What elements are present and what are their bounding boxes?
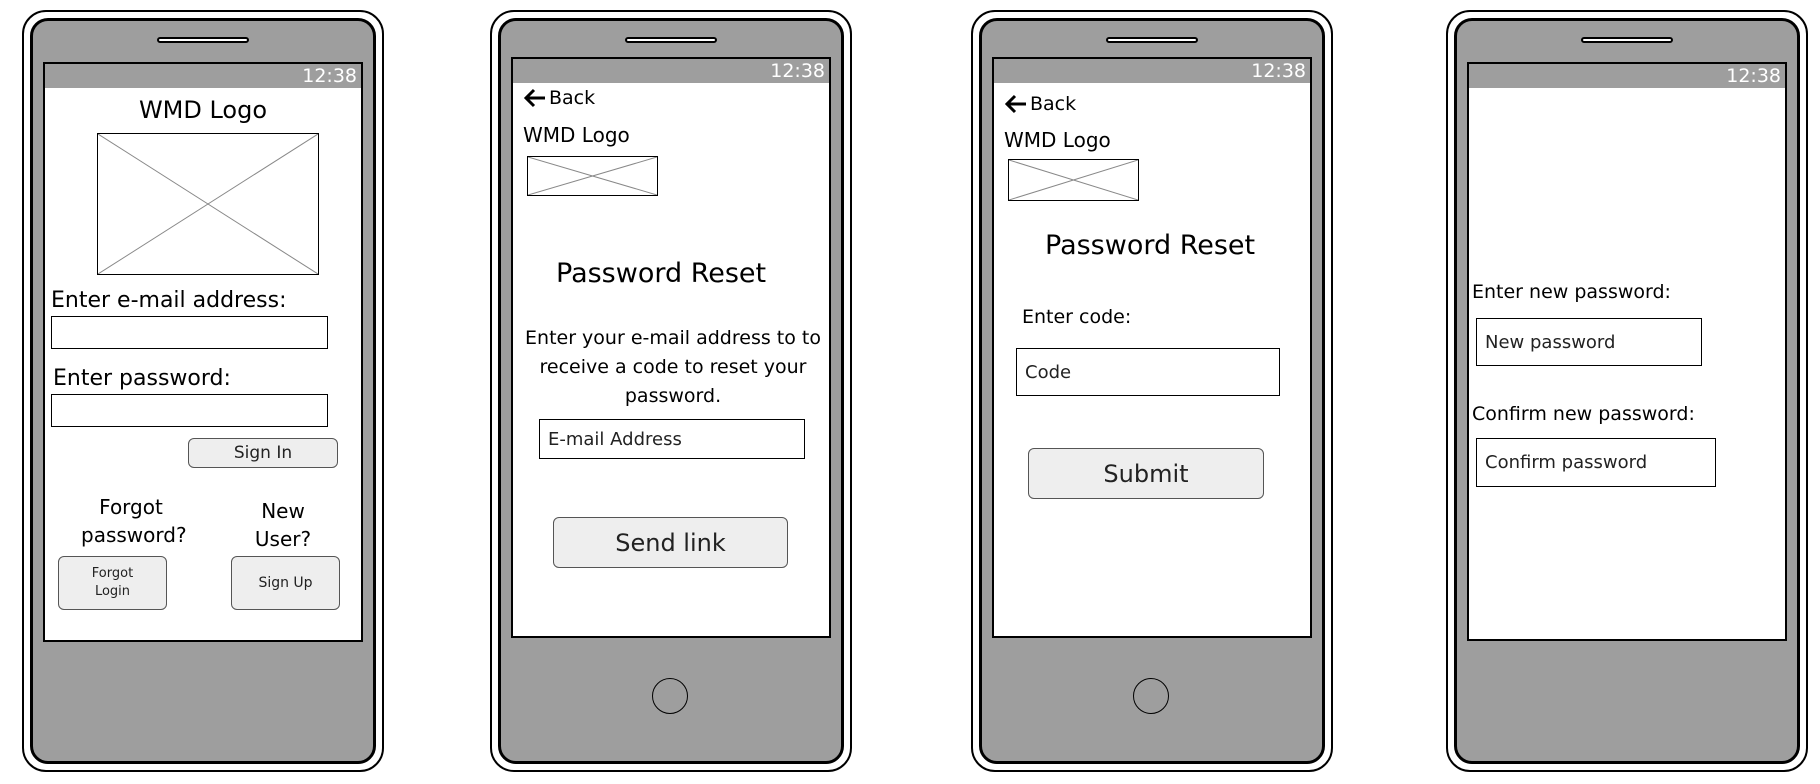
new-password-screen: 12:38 Enter new password: New password C… [1467, 62, 1787, 641]
status-clock: 12:38 [302, 65, 357, 87]
status-bar: 12:38 [1469, 64, 1785, 88]
phone-login-screen: 12:38 WMD Logo Enter e-mail address: Ent… [22, 10, 384, 772]
status-clock: 12:38 [770, 60, 825, 82]
forgot-login-button[interactable]: Forgot Login [58, 556, 167, 610]
email-input[interactable]: E-mail Address [539, 419, 805, 459]
confirm-password-input[interactable]: Confirm password [1476, 438, 1716, 487]
login-screen: 12:38 WMD Logo Enter e-mail address: Ent… [43, 62, 363, 642]
new-password-label: Enter new password: [1472, 281, 1671, 303]
page-title: Password Reset [556, 258, 767, 289]
logo-image-placeholder [527, 156, 658, 196]
phone-reset-email-screen: 12:38 Back WMD Logo Password Reset Enter… [490, 10, 852, 772]
phone-new-password-screen: 12:38 Enter new password: New password C… [1446, 10, 1808, 772]
phone-speaker [157, 37, 249, 43]
email-label: Enter e-mail address: [51, 288, 287, 313]
status-clock: 12:38 [1726, 65, 1781, 87]
back-arrow-icon [523, 88, 545, 108]
reset-instructions: Enter your e-mail address to to receive … [525, 327, 821, 407]
phone-speaker [625, 37, 717, 43]
password-label: Enter password: [53, 366, 231, 391]
back-link[interactable]: Back [1004, 89, 1076, 119]
logo-label: WMD Logo [138, 96, 268, 124]
code-label: Enter code: [1022, 306, 1132, 328]
status-bar: 12:38 [45, 64, 361, 88]
forgot-password-prompt: Forgot password? [81, 495, 187, 547]
status-clock: 12:38 [1251, 60, 1306, 82]
logo-image-placeholder [1008, 159, 1139, 201]
back-link[interactable]: Back [523, 83, 595, 113]
code-input[interactable]: Code [1016, 348, 1280, 396]
page-title: Password Reset [1045, 230, 1256, 261]
sign-in-button[interactable]: Sign In [188, 438, 338, 468]
home-button[interactable] [652, 678, 688, 714]
placeholder-cross-icon [1009, 160, 1138, 200]
phone-speaker [1581, 37, 1673, 43]
confirm-password-label: Confirm new password: [1472, 403, 1695, 425]
back-label: Back [1030, 93, 1077, 115]
back-label: Back [549, 87, 596, 109]
status-bar: 12:38 [513, 59, 829, 83]
new-user-prompt: New User? [254, 499, 312, 551]
password-input[interactable] [51, 394, 328, 427]
logo-image-placeholder [97, 133, 319, 275]
status-bar: 12:38 [994, 59, 1310, 83]
new-password-input[interactable]: New password [1476, 318, 1702, 366]
submit-button[interactable]: Submit [1028, 448, 1264, 499]
placeholder-cross-icon [98, 134, 318, 274]
reset-email-screen: 12:38 Back WMD Logo Password Reset Enter… [511, 57, 831, 638]
send-link-button[interactable]: Send link [553, 517, 788, 568]
home-button[interactable] [1133, 678, 1169, 714]
email-input[interactable] [51, 316, 328, 349]
logo-label: WMD Logo [1004, 128, 1111, 152]
reset-code-screen: 12:38 Back WMD Logo Password Reset Enter… [992, 57, 1312, 638]
logo-label: WMD Logo [523, 123, 630, 147]
back-arrow-icon [1004, 94, 1026, 114]
phone-speaker [1106, 37, 1198, 43]
sign-up-button[interactable]: Sign Up [231, 556, 340, 610]
phone-reset-code-screen: 12:38 Back WMD Logo Password Reset Enter… [971, 10, 1333, 772]
placeholder-cross-icon [528, 157, 657, 195]
